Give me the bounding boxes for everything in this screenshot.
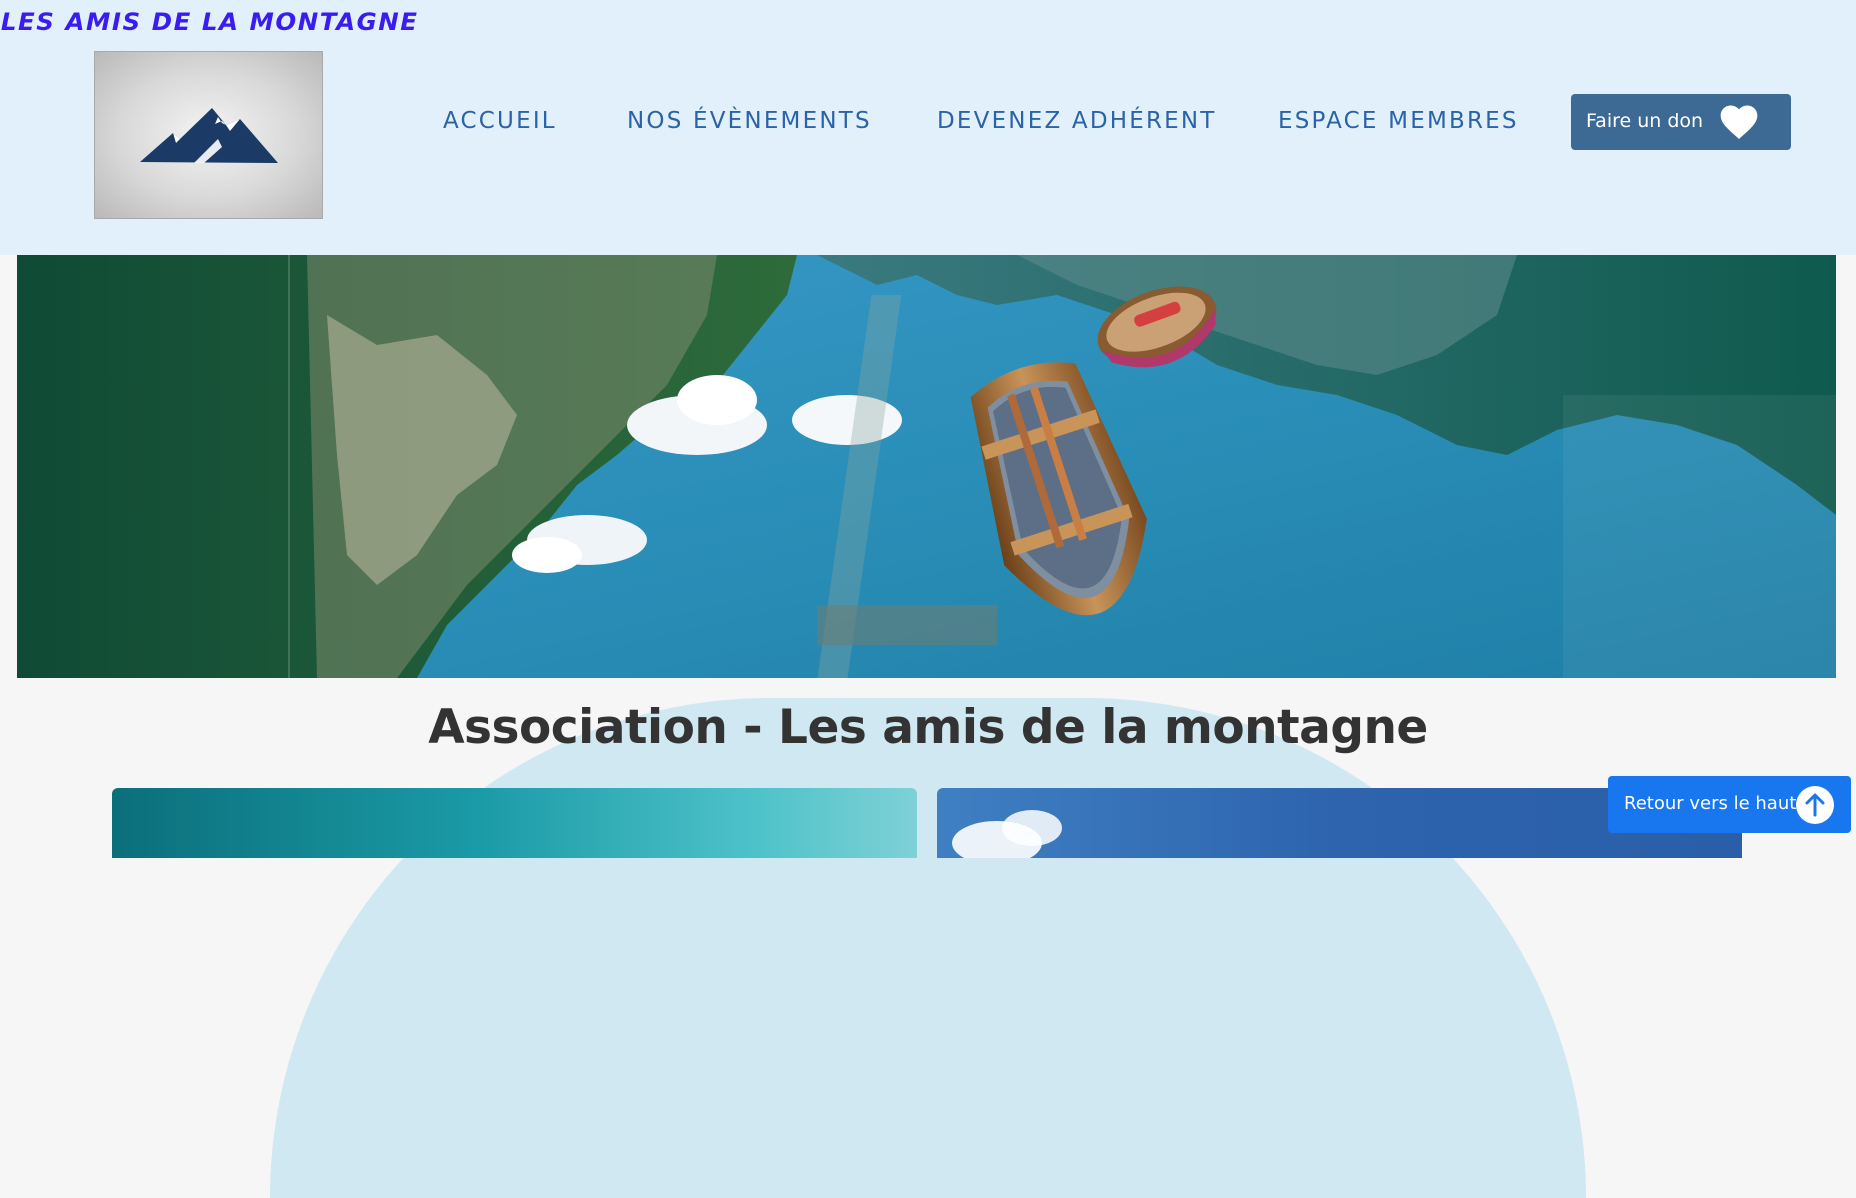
donate-label: Faire un don [1586,110,1704,132]
hero-image [17,255,1836,678]
nav-item-accueil[interactable]: ACCUEIL [443,108,557,134]
nav-item-evenements[interactable]: NOS ÉVÈNEMENTS [627,108,872,134]
arrow-up-icon [1796,786,1834,824]
back-to-top-label: Retour vers le haut [1624,793,1797,814]
heart-icon [1720,105,1758,140]
section-background [270,698,1586,1198]
mountain-icon [140,108,278,163]
event-card-image-left[interactable] [112,788,917,858]
back-to-top-button[interactable]: Retour vers le haut [1608,776,1851,833]
hero-banner [17,255,1836,678]
nav-item-adherent[interactable]: DEVENEZ ADHÉRENT [937,108,1217,134]
site-header: LES AMIS DE LA MONTAGNE ACCUEIL NOS ÉVÈN… [0,0,1856,255]
page-title: Association - Les amis de la montagne [428,700,1428,755]
donate-button[interactable]: Faire un don [1571,94,1791,150]
nav-item-espace-membres[interactable]: ESPACE MEMBRES [1278,108,1519,134]
site-logo[interactable] [94,51,323,219]
site-brand[interactable]: LES AMIS DE LA MONTAGNE [1,8,419,36]
